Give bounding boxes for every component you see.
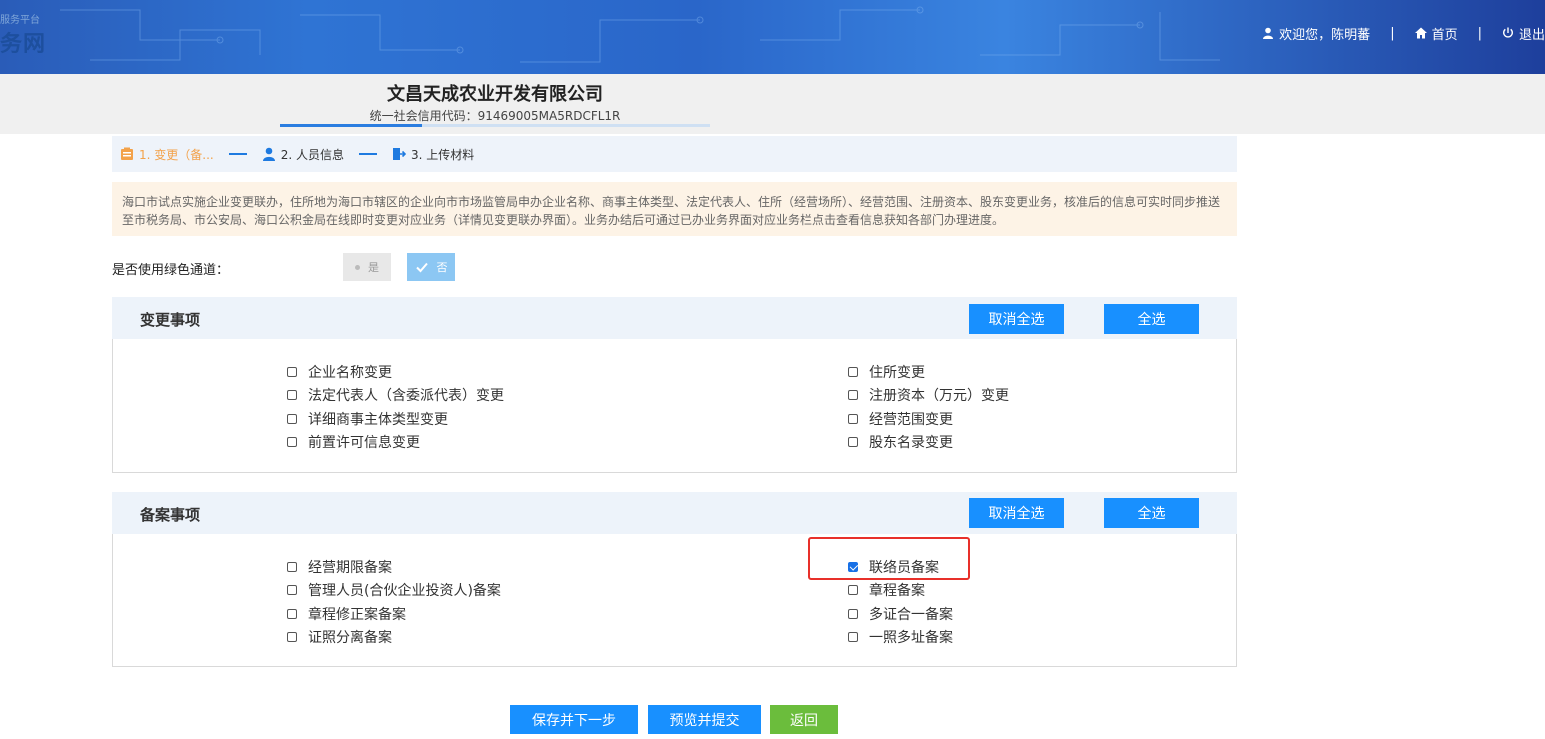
checkbox[interactable] [287, 631, 297, 642]
step-indicator: 1. 变更（备... 2. 人员信息 3. 上传材料 [112, 136, 1237, 172]
change-section-body [112, 339, 1237, 473]
checkbox[interactable] [848, 608, 858, 619]
checkbox-label: 法定代表人（含委派代表）变更 [308, 388, 504, 405]
step-2[interactable]: 2. 人员信息 [262, 146, 344, 163]
checkbox-item[interactable]: 注册资本（万元）变更 [848, 385, 1009, 405]
step-3-label: 3. 上传材料 [410, 147, 475, 162]
filing-section-body [112, 534, 1237, 667]
step-connector [358, 153, 377, 155]
checkbox[interactable] [287, 413, 297, 424]
checkbox[interactable] [287, 367, 297, 377]
checkbox-item[interactable]: 一照多址备案 [848, 627, 953, 647]
checkbox-label: 注册资本（万元）变更 [869, 388, 1009, 405]
change-cancel-all-button[interactable]: 取消全选 [969, 304, 1064, 334]
checkbox-item[interactable]: 章程修正案备案 [287, 604, 406, 624]
checkbox-label: 经营期限备案 [308, 560, 392, 576]
logo-subtitle: 服务平台 [0, 15, 40, 26]
checkbox-label: 章程修正案备案 [308, 606, 406, 623]
checkbox[interactable] [287, 562, 297, 572]
checkbox-label: 多证合一备案 [869, 606, 953, 623]
checkbox-label: 股东名录变更 [869, 434, 953, 451]
checkbox-label: 企业名称变更 [308, 365, 392, 381]
checkbox[interactable] [848, 585, 858, 596]
checkbox-item[interactable]: 股东名录变更 [848, 432, 953, 452]
checkbox-item[interactable]: 企业名称变更 [287, 362, 392, 382]
checkbox[interactable] [848, 390, 858, 401]
preview-submit-button[interactable]: 预览并提交 [648, 705, 761, 734]
checkbox-item[interactable]: 多证合一备案 [848, 604, 953, 624]
green-channel-label: 是否使用绿色通道： [112, 263, 230, 278]
upload-icon [392, 148, 406, 160]
checkbox[interactable] [848, 631, 858, 642]
checkbox-item[interactable]: 管理人员(合伙企业投资人)备案 [287, 580, 501, 600]
checkbox-label: 住所变更 [869, 365, 925, 381]
progress-bar [280, 124, 710, 127]
green-channel-no-label: 否 [436, 261, 448, 274]
checkbox-label: 章程备案 [869, 583, 925, 600]
checkbox-item[interactable]: 证照分离备案 [287, 627, 392, 647]
checkbox-item[interactable]: 前置许可信息变更 [287, 432, 420, 452]
green-channel-no-option[interactable]: 否 [407, 253, 455, 281]
change-section-header: 变更事项 取消全选 全选 [112, 297, 1237, 339]
back-button[interactable]: 返回 [770, 705, 838, 734]
checkbox[interactable] [287, 585, 297, 596]
checkbox-item[interactable]: 详细商事主体类型变更 [287, 409, 448, 429]
save-next-button[interactable]: 保存并下一步 [510, 705, 638, 734]
logo: 务网 [0, 32, 47, 57]
checkbox-label: 经营范围变更 [869, 411, 953, 428]
step-1[interactable]: 1. 变更（备... [120, 146, 214, 163]
change-section-title: 变更事项 [140, 311, 201, 329]
company-info-band [0, 74, 1545, 134]
check-icon [415, 262, 428, 273]
checkbox-item[interactable]: 法定代表人（含委派代表）变更 [287, 385, 504, 405]
checkbox-label: 前置许可信息变更 [308, 434, 420, 451]
checkbox-label: 证照分离备案 [308, 629, 392, 646]
power-icon [1503, 27, 1513, 38]
step-connector [228, 153, 247, 155]
filing-section-header: 备案事项 取消全选 全选 [112, 492, 1237, 534]
progress-fill [280, 124, 422, 127]
nav-separator: | [1477, 25, 1482, 41]
green-channel-yes-label: 是 [368, 261, 379, 274]
green-channel-yes-option[interactable]: 是 [343, 253, 391, 281]
checkbox-item[interactable]: 章程备案 [848, 580, 925, 600]
filing-select-all-button[interactable]: 全选 [1104, 498, 1199, 528]
logout-link-label: 退出 [1518, 27, 1545, 43]
nav-separator: | [1390, 25, 1395, 41]
person-icon [262, 147, 275, 161]
company-name: 文昌天成农业开发有限公司 [387, 84, 603, 105]
checkbox[interactable] [287, 436, 297, 447]
checkbox-label: 详细商事主体类型变更 [308, 411, 448, 428]
checkbox[interactable] [848, 436, 858, 447]
radio-dot-icon [355, 264, 360, 270]
step-3[interactable]: 3. 上传材料 [392, 146, 474, 163]
change-select-all-button[interactable]: 全选 [1104, 304, 1199, 334]
welcome-text: 欢迎您，陈明蕃 [1279, 27, 1371, 43]
user-icon [1263, 27, 1274, 39]
user-nav: 欢迎您，陈明蕃 | 首页 | 退出 [1262, 24, 1545, 43]
welcome-user: 欢迎您，陈明蕃 [1262, 24, 1370, 43]
filing-cancel-all-button[interactable]: 取消全选 [969, 498, 1064, 528]
checkbox[interactable] [287, 390, 297, 401]
home-link-label: 首页 [1431, 27, 1458, 43]
step-1-label: 1. 变更（备... [139, 147, 214, 162]
checkbox-item[interactable]: 经营期限备案 [287, 557, 392, 577]
checkbox-item[interactable]: 住所变更 [848, 362, 925, 382]
checkbox[interactable] [848, 367, 858, 377]
credit-code: 统一社会信用代码：91469005MA5RDCFL1R [369, 109, 621, 123]
logout-link[interactable]: 退出 [1502, 24, 1545, 43]
notice-banner: 海口市试点实施企业变更联办，住所地为海口市辖区的企业向市市场监管局申办企业名称、… [112, 182, 1237, 236]
checkbox-item[interactable]: 经营范围变更 [848, 409, 953, 429]
home-link[interactable]: 首页 [1414, 24, 1458, 43]
home-icon [1414, 27, 1427, 39]
checkbox[interactable] [287, 608, 297, 619]
checkbox[interactable] [848, 413, 858, 424]
checkbox-label: 一照多址备案 [869, 629, 953, 646]
checkbox-label: 管理人员(合伙企业投资人)备案 [308, 583, 501, 600]
highlight-annotation [808, 537, 970, 580]
top-header: 服务平台 务网 欢迎您，陈明蕃 | 首页 | 退出 [0, 0, 1545, 74]
step-2-label: 2. 人员信息 [280, 147, 344, 162]
form-icon [121, 147, 133, 160]
filing-section-title: 备案事项 [140, 506, 201, 524]
